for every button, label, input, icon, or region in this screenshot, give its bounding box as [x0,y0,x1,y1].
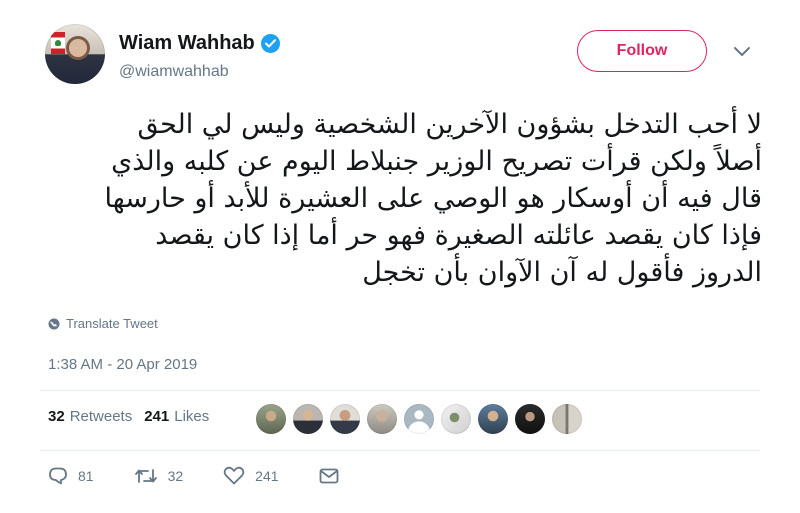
tweet-line: قال فيه أن أوسكار هو الوصي على العشيرة ل… [104,183,762,214]
heart-icon [223,466,245,485]
tweet-timestamp[interactable]: 1:38 AM - 20 Apr 2019 [48,356,197,373]
tweet-line: أصلاً ولكن قرأت تصريح الوزير جنبلاط اليو… [111,146,762,177]
tweet-stats: 32 Retweets 241 Likes [48,408,221,425]
liker-avatar[interactable] [330,404,360,434]
reply-count: 81 [78,467,94,484]
likers-avatars [256,404,589,434]
liker-avatar[interactable] [441,404,471,434]
retweets-count: 32 [48,408,65,425]
retweets-label: Retweets [69,408,133,425]
user-avatar[interactable] [45,24,105,84]
lebanon-flag-icon [51,32,65,54]
name-row: Wiam Wahhab [119,32,280,55]
tweet-line: الدروز فأقول له آن الآوان بأن تخجل [362,257,762,288]
likes-stat[interactable]: 241 Likes [144,408,209,425]
tweet-actions: 81 32 241 [48,466,389,485]
like-count: 241 [255,467,279,484]
liker-avatar[interactable] [367,404,397,434]
chevron-down-icon[interactable] [733,46,751,58]
liker-avatar[interactable] [256,404,286,434]
divider [40,450,760,451]
retweet-button[interactable]: 32 [134,467,184,485]
globe-icon [48,318,60,329]
translate-label: Translate Tweet [66,316,158,331]
translate-tweet-link[interactable]: Translate Tweet [48,316,158,331]
user-handle[interactable]: @wiamwahhab [119,63,229,81]
liker-avatar[interactable] [552,404,582,434]
liker-avatar[interactable] [515,404,545,434]
tweet-line: لا أحب التدخل بشؤون الآخرين الشخصية وليس… [137,109,762,140]
likes-label: Likes [174,408,210,425]
direct-message-button[interactable] [319,468,349,484]
liker-avatar[interactable] [478,404,508,434]
liker-avatar[interactable] [293,404,323,434]
retweets-stat[interactable]: 32 Retweets [48,408,132,425]
like-button[interactable]: 241 [223,466,279,485]
retweet-icon [134,468,157,483]
retweet-count: 32 [167,467,184,484]
verified-badge-icon [260,34,280,53]
reply-button[interactable]: 81 [48,467,94,485]
display-name[interactable]: Wiam Wahhab [119,32,255,55]
follow-button[interactable]: Follow [577,30,707,72]
tweet-text: لا أحب التدخل بشؤون الآخرين الشخصية وليس… [40,106,762,291]
envelope-icon [319,468,338,483]
divider [40,390,760,391]
liker-avatar[interactable] [404,404,434,434]
tweet-line: فإذا كان يقصد عائلته الصغيرة فهو حر أما … [155,220,762,251]
likes-count: 241 [144,408,170,425]
tweet-header: Wiam Wahhab @wiamwahhab Follow [45,22,760,92]
reply-icon [49,467,67,484]
